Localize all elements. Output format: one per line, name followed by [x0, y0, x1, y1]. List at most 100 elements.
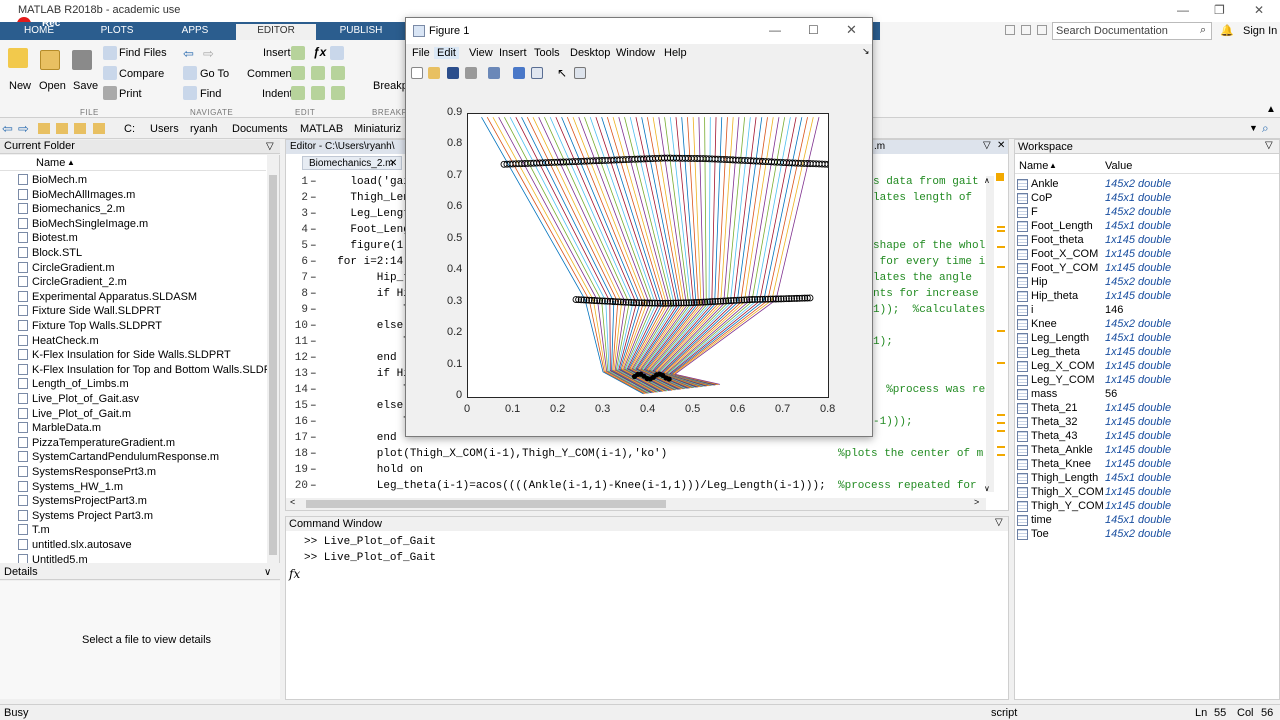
file-list-header[interactable]: Name ▲	[0, 155, 266, 171]
tab-apps[interactable]: APPS	[170, 24, 220, 40]
compare-icon[interactable]	[103, 66, 117, 80]
scroll-up-icon[interactable]: ∧	[984, 176, 990, 185]
figure-menu-help[interactable]: Help	[664, 47, 687, 59]
code-line[interactable]: for i=2:14	[324, 256, 403, 268]
workspace-variable-row[interactable]: Foot_Length 145x1 double	[1015, 220, 1280, 234]
find-icon[interactable]	[183, 86, 197, 100]
file-list-item[interactable]: BioMechAllImages.m	[18, 188, 135, 203]
workspace-value-column[interactable]: Value	[1105, 160, 1132, 172]
fx-prompt-icon[interactable]: fx	[289, 567, 300, 581]
insert-section-icon[interactable]	[291, 46, 305, 60]
file-list-item[interactable]: Fixture Side Wall.SLDPRT	[18, 305, 161, 319]
cut-quick-icon[interactable]	[1021, 25, 1031, 35]
workspace-variable-row[interactable]: Leg_X_COM 1x145 double	[1015, 360, 1280, 374]
breadcrumb-users[interactable]: Users	[150, 123, 179, 135]
uncomment-icon[interactable]	[311, 66, 325, 80]
current-folder-menu-icon[interactable]: ▽	[266, 140, 274, 153]
tab-plots[interactable]: PLOTS	[92, 24, 142, 40]
file-list-item[interactable]: Systems_HW_1.m	[18, 480, 123, 495]
code-line[interactable]: if Hip	[324, 368, 417, 380]
figure-menu-desktop[interactable]: Desktop	[570, 47, 610, 59]
breadcrumb-ryanh[interactable]: ryanh	[190, 123, 218, 135]
editor-hscroll-thumb[interactable]	[306, 500, 666, 508]
figure-menu-window[interactable]: Window	[616, 47, 655, 59]
file-list-item[interactable]: MarbleData.m	[18, 422, 101, 436]
open-icon[interactable]	[40, 50, 60, 70]
code-line[interactable]: Leg_Length	[324, 208, 416, 220]
file-list-item[interactable]: Systems Project Part3.m	[18, 509, 153, 524]
breakpoint-gutter[interactable]: –	[310, 464, 317, 476]
workspace-variable-row[interactable]: Hip 145x2 double	[1015, 276, 1280, 290]
file-name-column[interactable]: Name	[36, 157, 65, 169]
figure-menu-insert[interactable]: Insert	[499, 47, 527, 59]
insert-colorbar-icon[interactable]	[513, 67, 525, 79]
workspace-variable-row[interactable]: Theta_Knee 1x145 double	[1015, 458, 1280, 472]
code-line[interactable]: Thigh_Leng	[324, 192, 416, 204]
edit-plot-arrow-icon[interactable]: ↖	[557, 66, 567, 80]
file-list-item[interactable]: BioMech.m	[18, 174, 87, 188]
file-list-item[interactable]: SystemCartandPendulumResponse.m	[18, 451, 219, 465]
workspace-variable-row[interactable]: Leg_theta 1x145 double	[1015, 346, 1280, 360]
workspace-variable-row[interactable]: time 145x1 double	[1015, 514, 1280, 528]
workspace-variable-row[interactable]: Hip_theta 1x145 double	[1015, 290, 1280, 304]
workspace-variable-row[interactable]: Ankle 145x2 double	[1015, 178, 1280, 192]
save-icon[interactable]	[72, 50, 92, 70]
code-line[interactable]: figure(1);	[324, 240, 416, 252]
file-list-item[interactable]: Block.STL	[18, 247, 82, 261]
insert-more-icon[interactable]	[330, 46, 344, 60]
workspace-variable-row[interactable]: Thigh_Y_COM 1x145 double	[1015, 500, 1280, 514]
file-list-item[interactable]: Biomechanics_2.m	[18, 203, 125, 217]
print-figure-icon[interactable]	[465, 67, 477, 79]
workspace-variable-row[interactable]: Theta_43 1x145 double	[1015, 430, 1280, 444]
browse-folder-icon[interactable]	[56, 123, 68, 134]
code-line[interactable]: else	[324, 400, 403, 412]
breakpoint-gutter[interactable]: –	[310, 320, 317, 332]
maximize-icon[interactable]: ❐	[1214, 3, 1225, 17]
find-files-button[interactable]: Find Files	[119, 47, 167, 59]
save-quick-icon[interactable]	[1005, 25, 1015, 35]
breakpoint-gutter[interactable]: –	[310, 240, 317, 252]
breakpoint-gutter[interactable]: –	[310, 304, 317, 316]
forward-folder-icon[interactable]: ⇨	[18, 121, 29, 137]
goto-icon[interactable]	[183, 66, 197, 80]
figure-minimize-icon[interactable]: —	[769, 23, 781, 37]
insert-button[interactable]: Insert	[263, 47, 291, 59]
collapse-ribbon-icon[interactable]: ▲	[1266, 104, 1276, 115]
comment-icon[interactable]	[291, 66, 305, 80]
workspace-variable-row[interactable]: i 146	[1015, 304, 1280, 318]
copy-quick-icon[interactable]	[1037, 25, 1047, 35]
code-line[interactable]: Leg_theta(i-1)=acos((((Ankle(i-1,1)-Knee…	[324, 480, 826, 492]
new-figure-icon[interactable]	[411, 67, 423, 79]
smart-indent-icon[interactable]	[291, 86, 305, 100]
breakpoint-gutter[interactable]: –	[310, 176, 317, 188]
code-line[interactable]: load('gait	[324, 176, 416, 188]
save-button[interactable]: Save	[73, 80, 98, 92]
link-plot-icon[interactable]	[488, 67, 500, 79]
minimize-icon[interactable]: —	[1177, 3, 1189, 17]
find-button[interactable]: Find	[200, 88, 221, 100]
breakpoint-gutter[interactable]: –	[310, 368, 317, 380]
fx-icon[interactable]: ƒx	[313, 45, 326, 59]
increase-indent-icon[interactable]	[311, 86, 325, 100]
breadcrumb-folder[interactable]: Miniaturiz	[354, 123, 401, 135]
new-button[interactable]: New	[9, 80, 31, 92]
save-figure-icon[interactable]	[447, 67, 459, 79]
file-list-item[interactable]: K-Flex Insulation for Top and Bottom Wal…	[18, 363, 279, 378]
decrease-indent-icon[interactable]	[331, 86, 345, 100]
details-collapse-icon[interactable]: ∨	[264, 566, 271, 579]
breakpoint-gutter[interactable]: –	[310, 256, 317, 268]
open-file-icon[interactable]	[428, 67, 440, 79]
file-list-item[interactable]: Untitled5.m	[18, 553, 88, 563]
workspace-variable-row[interactable]: Theta_21 1x145 double	[1015, 402, 1280, 416]
file-list-item[interactable]: Live_Plot_of_Gait.asv	[18, 393, 139, 407]
code-line[interactable]: end	[324, 432, 397, 444]
print-button[interactable]: Print	[119, 88, 142, 100]
scroll-down-icon[interactable]: ∨	[984, 484, 990, 493]
editor-menu-icon[interactable]: ▽	[983, 140, 991, 151]
file-list-item[interactable]: untitled.slx.autosave	[18, 539, 132, 553]
scroll-left-icon[interactable]: <	[290, 497, 295, 507]
breakpoint-gutter[interactable]: –	[310, 336, 317, 348]
code-line[interactable]: else	[324, 320, 403, 332]
plot-axes[interactable]	[467, 113, 832, 398]
figure-maximize-icon[interactable]: ☐	[808, 23, 819, 37]
